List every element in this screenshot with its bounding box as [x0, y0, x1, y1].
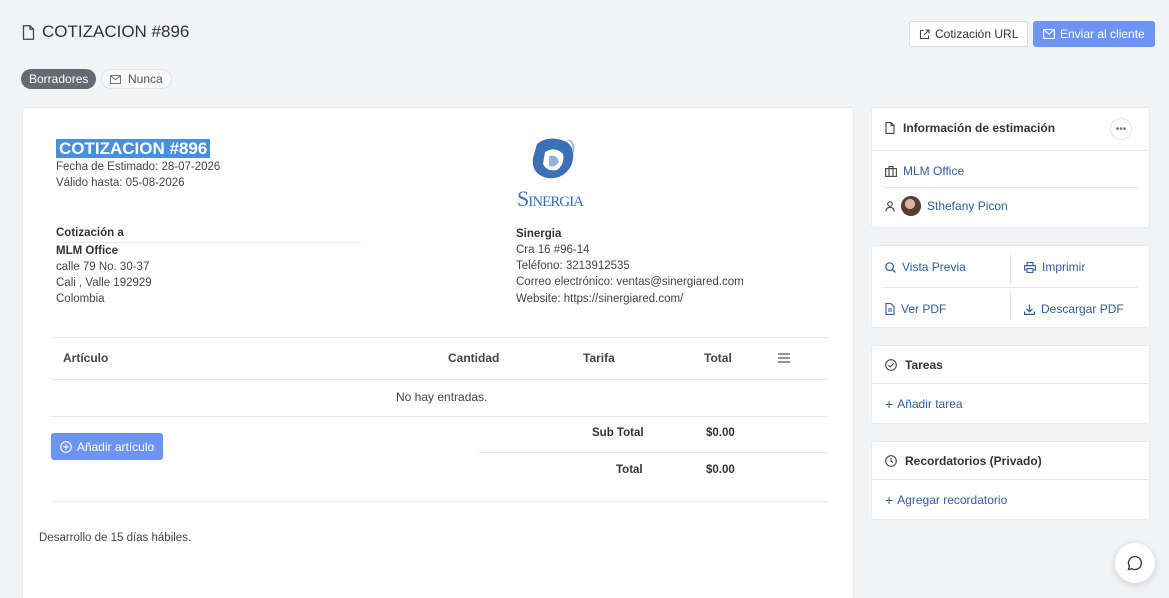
owner-name: Sthefany Picon [927, 199, 1008, 213]
reminders-header: Recordatorios (Privado) [885, 454, 1042, 468]
client-address: calle 79 No. 30-37 [56, 261, 150, 273]
owner-link[interactable]: Sthefany Picon [885, 196, 1008, 216]
subtotal-label: Sub Total [592, 427, 644, 439]
divider [51, 379, 827, 380]
plus-icon: + [885, 492, 894, 508]
add-reminder-link[interactable]: + Agregar recordatorio [885, 493, 1007, 507]
document-icon [885, 122, 895, 134]
logo-text: SINERGIA [517, 186, 584, 211]
divider [872, 383, 1149, 384]
company-email: Correo electrónico: ventas@sinergiared.c… [516, 276, 744, 288]
tasks-card: Tareas + Añadir tarea [871, 345, 1150, 424]
divider [1010, 254, 1011, 284]
more-options-icon[interactable]: ••• [1110, 118, 1132, 140]
estimate-info-title: Información de estimación [903, 121, 1056, 135]
estimate-note: Desarrollo de 15 días hábiles. [39, 532, 192, 544]
bill-to-label: Cotización a [56, 227, 124, 239]
menu-icon[interactable] [778, 353, 790, 363]
add-task-label: Añadir tarea [897, 397, 963, 411]
subtotal-value: $0.00 [706, 427, 735, 439]
divider [51, 416, 827, 417]
divider [872, 479, 1149, 480]
client-city: Cali , Valle 192929 [56, 277, 152, 289]
page-title-text: COTIZACION #896 [42, 22, 190, 41]
building-icon [885, 165, 897, 177]
status-badge-label: Borradores [29, 72, 89, 86]
download-pdf-link[interactable]: Descargar PDF [1024, 302, 1124, 316]
estimate-url-label: Cotización URL [935, 27, 1019, 41]
divider [872, 150, 1149, 151]
external-link-icon [919, 28, 930, 39]
tasks-title: Tareas [905, 358, 943, 372]
company-website: Website: https://sinergiared.com/ [516, 293, 684, 305]
preview-link[interactable]: Vista Previa [885, 260, 966, 274]
estimated-date: Fecha de Estimado: 28-07-2026 [56, 161, 221, 173]
view-pdf-label: Ver PDF [901, 302, 947, 316]
preview-label: Vista Previa [902, 260, 966, 274]
client-name: MLM Office [56, 245, 118, 257]
email-status-label: Nunca [128, 72, 163, 86]
download-pdf-label: Descargar PDF [1041, 302, 1124, 316]
estimate-info-card: Información de estimación ••• MLM Office… [871, 107, 1150, 228]
client-link[interactable]: MLM Office [885, 164, 964, 178]
actions-card: Vista Previa Imprimir Ver PDF Descargar … [871, 245, 1150, 328]
file-text-icon [885, 303, 895, 315]
divider [51, 337, 827, 338]
estimate-info-header: Información de estimación [885, 121, 1055, 135]
plus-circle-icon [59, 440, 72, 453]
page: COTIZACION #896 Cotización URL Enviar al… [0, 0, 1169, 598]
add-task-link[interactable]: + Añadir tarea [885, 397, 963, 411]
add-item-label: Añadir artículo [76, 439, 155, 454]
divider [56, 242, 361, 243]
add-item-button[interactable]: Añadir artículo [51, 433, 163, 460]
company-phone: Teléfono: 3213912535 [516, 260, 630, 272]
user-icon [885, 200, 895, 212]
divider [479, 452, 827, 453]
company-address: Cra 16 #96-14 [516, 244, 590, 256]
plus-icon: + [885, 396, 894, 412]
valid-until: Válido hasta: 05-08-2026 [56, 177, 185, 189]
column-header-rate: Tarifa [583, 351, 615, 365]
estimate-preview: COTIZACION #896 Fecha de Estimado: 28-07… [22, 107, 854, 598]
divider [51, 501, 827, 502]
document-icon [22, 24, 35, 40]
total-label: Total [616, 464, 643, 476]
empty-table-text: No hay entradas. [396, 390, 488, 404]
print-link[interactable]: Imprimir [1024, 260, 1085, 274]
tasks-header: Tareas [885, 358, 943, 372]
search-icon [885, 261, 896, 273]
chat-button[interactable] [1115, 543, 1155, 583]
column-header-quantity: Cantidad [448, 351, 500, 365]
mail-icon [110, 74, 121, 84]
view-pdf-link[interactable]: Ver PDF [885, 302, 946, 316]
estimate-title: COTIZACION #896 [56, 139, 211, 158]
estimate-url-button[interactable]: Cotización URL [909, 21, 1029, 47]
clock-icon [885, 455, 897, 467]
company-logo: SINERGIA [515, 136, 601, 218]
column-header-item: Artículo [63, 351, 109, 365]
divider [883, 287, 1138, 288]
avatar [901, 196, 921, 216]
status-badge[interactable]: Borradores [21, 69, 97, 89]
send-to-client-label: Enviar al cliente [1060, 27, 1145, 41]
total-value: $0.00 [706, 464, 735, 476]
send-to-client-button[interactable]: Enviar al cliente [1033, 21, 1155, 47]
page-title: COTIZACION #896 [22, 22, 189, 42]
reminders-card: Recordatorios (Privado) + Agregar record… [871, 441, 1150, 520]
check-circle-icon [885, 359, 897, 371]
column-header-total: Total [704, 351, 732, 365]
divider [1010, 290, 1011, 320]
reminders-title: Recordatorios (Privado) [905, 454, 1042, 468]
company-name: Sinergia [516, 228, 562, 240]
print-label: Imprimir [1042, 260, 1086, 274]
mail-icon [1043, 29, 1055, 39]
email-status-badge: Nunca [101, 69, 172, 89]
client-link-label: MLM Office [903, 164, 965, 178]
printer-icon [1024, 261, 1036, 273]
divider [883, 187, 1138, 188]
add-reminder-label: Agregar recordatorio [897, 493, 1008, 507]
download-icon [1024, 304, 1035, 315]
chat-bubble-icon [1127, 555, 1143, 571]
client-country: Colombia [56, 293, 105, 305]
